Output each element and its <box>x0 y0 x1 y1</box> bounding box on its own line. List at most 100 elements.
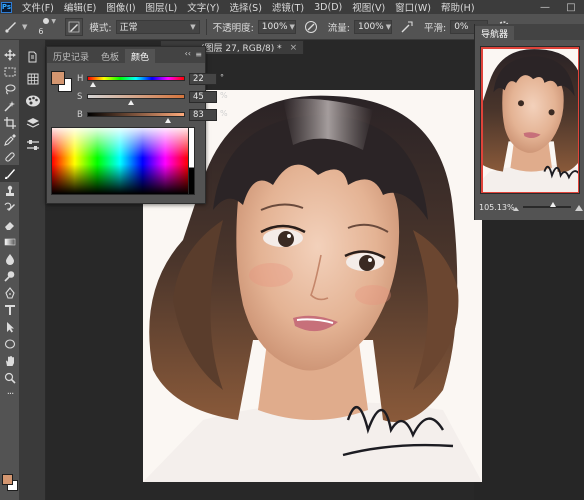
tool-preset-dropdown-icon[interactable]: ▼ <box>22 23 27 31</box>
foreground-color-swatch[interactable] <box>51 71 65 85</box>
tab-history[interactable]: 历史记录 <box>47 49 95 63</box>
eyedropper-tool-icon[interactable] <box>0 131 20 148</box>
navigator-thumbnail[interactable] <box>480 46 580 194</box>
path-selection-tool-icon[interactable] <box>0 318 20 335</box>
brush-tip-icon <box>43 17 50 24</box>
opacity-label: 不透明度: <box>212 22 254 34</box>
lasso-tool-icon[interactable] <box>0 80 20 97</box>
hue-slider-thumb[interactable] <box>89 82 96 87</box>
smoothing-label: 平滑: <box>424 22 447 34</box>
menu-window[interactable]: 窗口(W) <box>395 0 431 14</box>
saturation-slider-thumb[interactable] <box>128 100 135 105</box>
menu-select[interactable]: 选择(S) <box>229 0 261 14</box>
color-palette-icon[interactable] <box>20 90 46 112</box>
hue-slider-row: H 22 ° <box>77 73 224 87</box>
navigator-view-box[interactable] <box>481 47 579 193</box>
navigator-header: 导航器 <box>475 24 584 40</box>
pressure-opacity-icon[interactable] <box>302 18 320 36</box>
color-panel-body: H 22 ° S 45 % B 83 % <box>47 63 228 205</box>
grayscale-strip[interactable] <box>189 127 195 195</box>
brightness-slider-thumb[interactable] <box>165 118 172 123</box>
pen-tool-icon[interactable] <box>0 284 20 301</box>
menu-view[interactable]: 视图(V) <box>352 0 385 14</box>
menu-edit[interactable]: 编辑(E) <box>64 0 96 14</box>
shape-tool-icon[interactable] <box>0 335 20 352</box>
clone-stamp-tool-icon[interactable] <box>0 182 20 199</box>
brush-panel-toggle-icon[interactable] <box>65 17 84 36</box>
foreground-color-swatch[interactable] <box>2 474 13 485</box>
zoom-tool-icon[interactable] <box>0 369 20 386</box>
menu-3d[interactable]: 3D(D) <box>314 2 342 13</box>
brightness-slider-track[interactable] <box>87 112 185 117</box>
hue-value-input[interactable]: 22 <box>189 73 217 85</box>
brush-tool-icon[interactable] <box>0 165 20 182</box>
mode-value: 正常 <box>119 23 138 33</box>
menu-layer[interactable]: 图层(L) <box>146 0 178 14</box>
close-document-button[interactable]: × <box>290 43 298 53</box>
menu-type[interactable]: 文字(Y) <box>187 0 219 14</box>
zoom-out-icon[interactable] <box>513 204 519 211</box>
grid-panel-icon[interactable] <box>20 68 46 90</box>
layers-panel-icon[interactable] <box>20 112 46 134</box>
gradient-tool-icon[interactable] <box>0 233 20 250</box>
color-spectrum-picker[interactable] <box>51 127 189 195</box>
mode-dropdown-icon: ▼ <box>190 22 196 31</box>
collapse-panel-button[interactable]: ‹‹ <box>185 49 191 58</box>
crop-tool-icon[interactable] <box>0 114 20 131</box>
opacity-input[interactable]: 100% ▼ <box>257 19 296 34</box>
tab-navigator[interactable]: 导航器 <box>475 26 515 40</box>
tool-preset-brush-icon[interactable] <box>2 18 20 36</box>
saturation-value-input[interactable]: 45 <box>189 91 217 103</box>
menu-help[interactable]: 帮助(H) <box>441 0 475 14</box>
menu-filter[interactable]: 滤镜(T) <box>272 0 304 14</box>
blur-tool-icon[interactable] <box>0 250 20 267</box>
saturation-slider-track[interactable] <box>87 94 185 99</box>
healing-brush-tool-icon[interactable] <box>0 148 20 165</box>
menu-image[interactable]: 图像(I) <box>106 0 135 14</box>
mode-select[interactable]: 正常 ▼ <box>115 19 200 34</box>
smoothing-value: 0% <box>454 21 469 32</box>
color-panel-tabs: 历史记录 色板 颜色 ‹‹ ≡ <box>47 47 205 63</box>
move-tool-icon[interactable] <box>0 46 20 63</box>
zoom-level-input[interactable]: 105.13% <box>479 203 515 212</box>
brightness-value-input[interactable]: 83 <box>189 109 217 121</box>
actions-panel-icon[interactable] <box>20 46 46 68</box>
type-tool-icon[interactable] <box>0 301 20 318</box>
panel-menu-icon[interactable]: ≡ <box>195 50 202 59</box>
navigator-zoom-bar: 105.13% <box>479 200 583 214</box>
zoom-slider-thumb[interactable] <box>549 202 556 207</box>
flow-value: 100% <box>358 21 384 32</box>
dodge-tool-icon[interactable] <box>0 267 20 284</box>
menu-file[interactable]: 文件(F) <box>22 0 54 14</box>
brush-size-picker[interactable]: 6 ▼ <box>35 16 59 38</box>
history-brush-tool-icon[interactable] <box>0 199 20 216</box>
opacity-dropdown-icon: ▼ <box>289 22 295 31</box>
more-tools-icon[interactable]: ··· <box>0 386 20 403</box>
minimize-button[interactable]: — <box>532 0 558 14</box>
tab-swatches[interactable]: 色板 <box>95 49 125 63</box>
flow-input[interactable]: 100% ▼ <box>354 19 392 34</box>
zoom-in-icon[interactable] <box>575 204 583 211</box>
eraser-tool-icon[interactable] <box>0 216 20 233</box>
panel-dock-icons <box>20 40 46 500</box>
adjustments-panel-icon[interactable] <box>20 134 46 156</box>
mode-label: 模式: <box>89 22 112 34</box>
tab-color[interactable]: 颜色 <box>125 49 156 63</box>
hue-label: H <box>77 74 84 84</box>
hand-tool-icon[interactable] <box>0 352 20 369</box>
brightness-slider-row: B 83 % <box>77 109 228 123</box>
tools-panel: ··· <box>0 40 20 500</box>
zoom-slider-track[interactable] <box>523 202 571 208</box>
quick-select-tool-icon[interactable] <box>0 97 20 114</box>
brush-size-value: 6 <box>38 26 44 36</box>
airbrush-icon[interactable] <box>398 18 416 36</box>
menu-bar: Ps 文件(F) 编辑(E) 图像(I) 图层(L) 文字(Y) 选择(S) 滤… <box>0 0 584 14</box>
separator <box>205 18 207 35</box>
brightness-unit: % <box>220 109 228 118</box>
hue-slider-track[interactable] <box>87 76 185 81</box>
flow-label: 流量: <box>327 22 350 34</box>
saturation-unit: % <box>220 91 228 100</box>
marquee-tool-icon[interactable] <box>0 63 20 80</box>
document-tab-title: (图层 27, RGB/8) * <box>201 44 282 54</box>
maximize-button[interactable]: □ <box>558 0 584 14</box>
